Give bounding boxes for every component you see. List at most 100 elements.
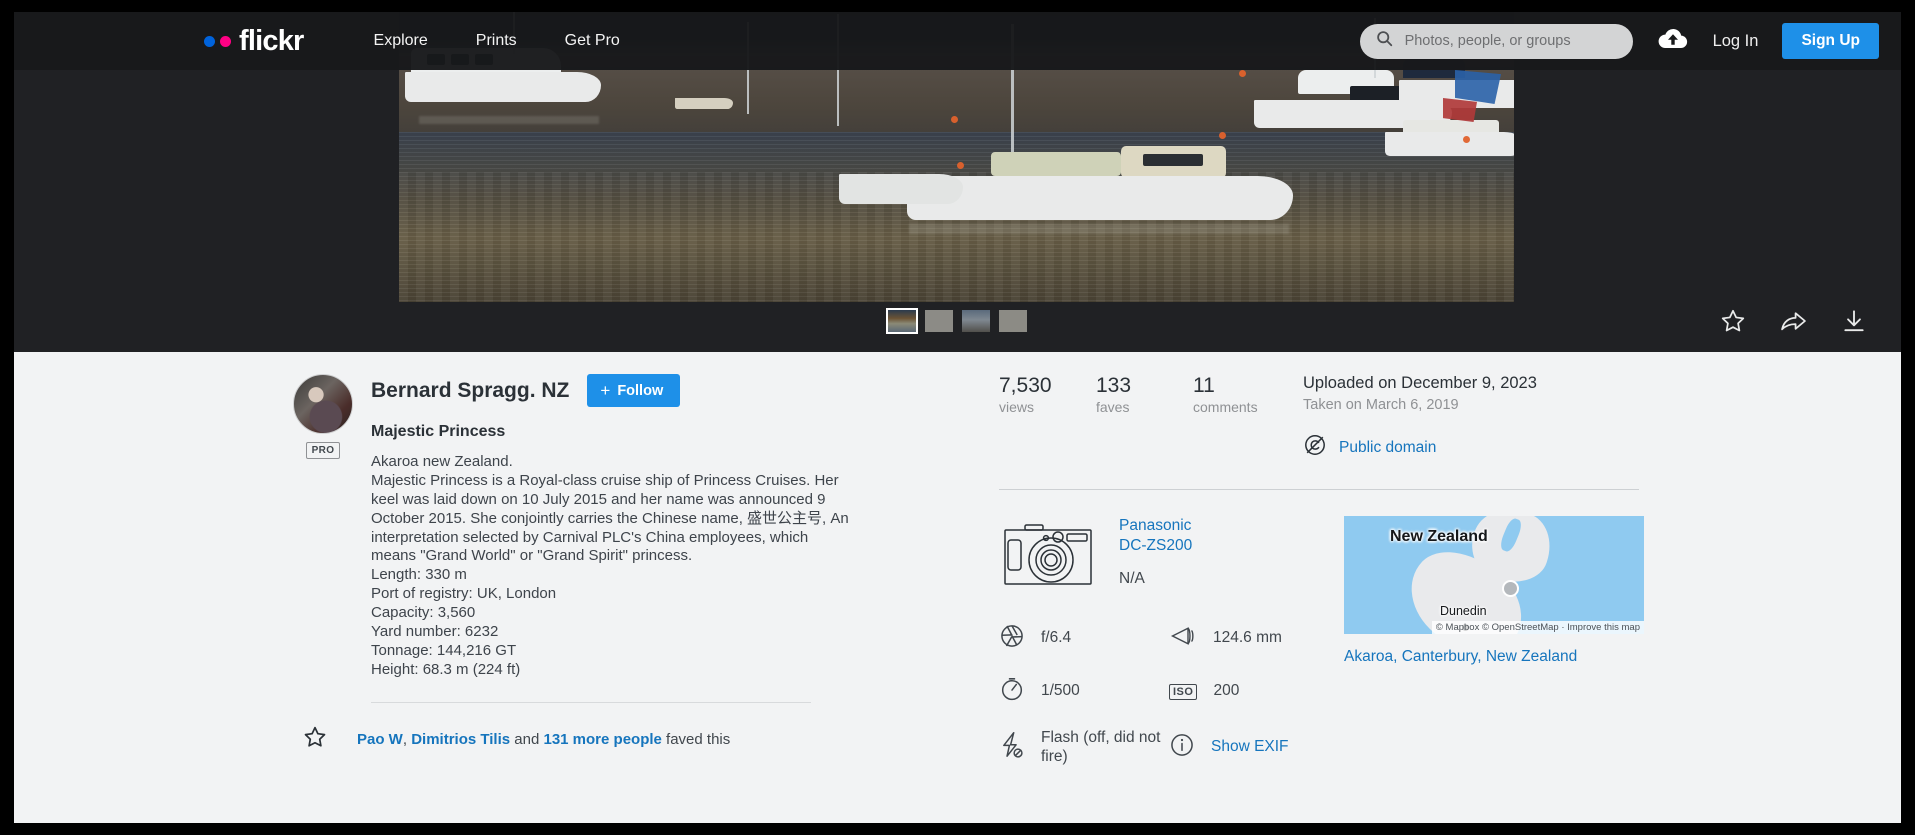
photo-reflection-2: [419, 116, 599, 124]
pro-badge: PRO: [306, 442, 340, 459]
license-row: Public domain: [1303, 433, 1537, 462]
camera-block: Panasonic DC-ZS200 N/A: [999, 516, 1339, 593]
focal-length-icon: [1169, 624, 1197, 653]
nav-link-explore[interactable]: Explore: [374, 32, 428, 50]
exif-flash: Flash (off, did not fire): [999, 729, 1169, 767]
stat-comments: 11 comments: [1193, 374, 1290, 462]
flickr-logo[interactable]: flickr: [204, 25, 304, 58]
share-icon[interactable]: [1780, 308, 1807, 334]
exif-flash-value: Flash (off, did not fire): [1041, 729, 1169, 767]
camera-lens: N/A: [1119, 570, 1217, 588]
stat-views-number: 7,530: [999, 374, 1096, 397]
no-copyright-icon: [1303, 433, 1327, 462]
photo-boat-secondary: [839, 152, 969, 208]
taken-date: Taken on March 6, 2019: [1303, 397, 1537, 413]
login-button[interactable]: Log In: [1713, 32, 1759, 51]
thumbnail-item-2[interactable]: [925, 310, 953, 332]
faves-and: and: [510, 731, 543, 748]
favorite-icon[interactable]: [1720, 308, 1746, 334]
photo-boat-dinghy: [675, 96, 733, 110]
author-name-row: Bernard Spragg. NZ + Follow: [371, 374, 853, 407]
browser-page: flickr Explore Prints Get Pro Photos, pe…: [14, 12, 1901, 823]
follow-button-label: Follow: [617, 383, 663, 399]
stat-comments-number: 11: [1193, 374, 1290, 397]
iso-icon: ISO: [1169, 684, 1197, 700]
stat-faves-number: 133: [1096, 374, 1193, 397]
map-country-label: New Zealand: [1390, 528, 1488, 546]
photo-mooring-buoy-4: [1239, 70, 1246, 77]
exif-focal-length-value: 124.6 mm: [1213, 629, 1282, 648]
map-block: New Zealand Dunedin © Mapbox © OpenStree…: [1344, 516, 1644, 767]
cloud-upload-icon[interactable]: [1657, 27, 1689, 56]
author-details: Bernard Spragg. NZ + Follow Majestic Pri…: [371, 374, 853, 680]
search-box[interactable]: Photos, people, or groups: [1360, 24, 1633, 59]
photo-mooring-buoy-3: [1463, 136, 1470, 143]
plus-icon: +: [600, 382, 610, 399]
map-attribution[interactable]: © Mapbox © OpenStreetMap · Improve this …: [1432, 621, 1644, 634]
faves-star-icon: [303, 725, 327, 754]
photo-reflection-1: [909, 224, 1289, 234]
nav-right-group: Photos, people, or groups Log In Sign Up: [1360, 23, 1879, 59]
thumbnail-item-4[interactable]: [999, 310, 1027, 332]
stat-views-label: views: [999, 399, 1096, 415]
camera-icon: [999, 516, 1097, 593]
exif-area: Panasonic DC-ZS200 N/A: [999, 516, 1659, 767]
location-map[interactable]: New Zealand Dunedin © Mapbox © OpenStree…: [1344, 516, 1644, 634]
thumbnail-item-1[interactable]: [888, 310, 916, 332]
location-link[interactable]: Akaroa, Canterbury, New Zealand: [1344, 648, 1577, 666]
faves-separator: ,: [403, 731, 411, 748]
thumbnail-item-3[interactable]: [962, 310, 990, 332]
nav-links: Explore Prints Get Pro: [374, 32, 620, 50]
faves-row: Pao W, Dimitrios Tilis and 131 more peop…: [303, 725, 853, 754]
exif-aperture-value: f/6.4: [1041, 629, 1071, 648]
photo-mooring-buoy-2: [1219, 132, 1226, 139]
map-city-label: Dunedin: [1440, 604, 1487, 618]
photo-action-bar: [1720, 308, 1867, 334]
shutter-speed-icon: [999, 676, 1025, 707]
avatar-wrap: PRO: [293, 374, 353, 680]
exif-shutter-speed: 1/500: [999, 676, 1169, 707]
search-input[interactable]: Photos, people, or groups: [1405, 33, 1571, 49]
faves-text: Pao W, Dimitrios Tilis and 131 more peop…: [357, 731, 730, 748]
nav-link-prints[interactable]: Prints: [476, 32, 517, 50]
author-name[interactable]: Bernard Spragg. NZ: [371, 380, 569, 401]
stat-faves: 133 faves: [1096, 374, 1193, 462]
exif-iso: ISO 200: [1169, 676, 1339, 707]
map-location-pin[interactable]: [1502, 580, 1519, 597]
exif-focal-length: 124.6 mm: [1169, 623, 1339, 654]
exif-show-exif: Show EXIF: [1169, 729, 1339, 767]
search-icon: [1376, 30, 1393, 52]
upload-dates: Uploaded on December 9, 2023 Taken on Ma…: [1303, 374, 1537, 462]
right-divider: [999, 489, 1639, 490]
flash-icon: [999, 731, 1025, 764]
exif-iso-value: 200: [1213, 682, 1239, 701]
photo-boat-flag: [1455, 70, 1501, 104]
camera-model[interactable]: Panasonic DC-ZS200: [1119, 516, 1217, 556]
right-column: 7,530 views 133 faves 11 comments Upload…: [999, 374, 1659, 767]
exif-shutter-speed-value: 1/500: [1041, 682, 1080, 701]
follow-button[interactable]: + Follow: [587, 374, 680, 407]
photo-description: Akaroa new Zealand. Majestic Princess is…: [371, 453, 853, 680]
faves-user-2[interactable]: Dimitrios Tilis: [411, 731, 510, 748]
thumbnail-strip: [14, 310, 1901, 332]
faves-more-link[interactable]: 131 more people: [543, 731, 661, 748]
license-link[interactable]: Public domain: [1339, 439, 1436, 457]
logo-dots-icon: [204, 36, 231, 47]
show-exif-link[interactable]: Show EXIF: [1211, 738, 1289, 757]
photo-boat-right-3: [1385, 120, 1514, 160]
camera-text: Panasonic DC-ZS200 N/A: [1119, 516, 1217, 588]
stats-row: 7,530 views 133 faves 11 comments Upload…: [999, 374, 1659, 462]
signup-button[interactable]: Sign Up: [1782, 23, 1879, 59]
avatar[interactable]: [293, 374, 353, 434]
faves-user-1[interactable]: Pao W: [357, 731, 403, 748]
exif-grid: f/6.4 124.6 mm: [999, 623, 1339, 767]
uploaded-date: Uploaded on December 9, 2023: [1303, 374, 1537, 393]
photo-boat-flag-red: [1443, 98, 1477, 122]
photo-mooring-buoy-1: [951, 116, 958, 123]
logo-text: flickr: [239, 25, 304, 58]
stat-faves-label: faves: [1096, 399, 1193, 415]
exif-left: Panasonic DC-ZS200 N/A: [999, 516, 1339, 767]
left-column: PRO Bernard Spragg. NZ + Follow Majestic…: [293, 374, 853, 754]
download-icon[interactable]: [1841, 308, 1867, 334]
nav-link-get-pro[interactable]: Get Pro: [565, 32, 620, 50]
